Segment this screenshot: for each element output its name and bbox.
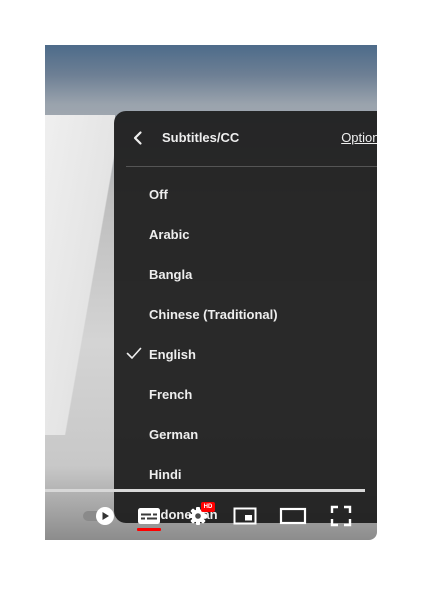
back-arrow-icon[interactable] bbox=[126, 126, 150, 150]
video-frame-content bbox=[45, 115, 115, 435]
subtitle-option-off[interactable]: Off bbox=[114, 175, 377, 215]
subtitle-option-chinese-traditional[interactable]: Chinese (Traditional) bbox=[114, 295, 377, 335]
subtitle-option-english[interactable]: English bbox=[114, 335, 377, 375]
subtitle-option-label: Off bbox=[149, 187, 168, 202]
subtitle-option-bangla[interactable]: Bangla bbox=[114, 255, 377, 295]
checkmark-icon bbox=[126, 345, 142, 361]
fullscreen-icon[interactable] bbox=[327, 502, 355, 530]
subtitle-option-french[interactable]: French bbox=[114, 375, 377, 415]
subtitle-option-german[interactable]: German bbox=[114, 415, 377, 455]
options-link[interactable]: Options bbox=[341, 130, 377, 145]
subtitles-active-indicator bbox=[137, 528, 161, 531]
theater-mode-icon[interactable] bbox=[278, 502, 308, 530]
subtitle-option-label: German bbox=[149, 427, 199, 442]
subtitles-settings-menu: Subtitles/CC Options Off Arabic Bangla C… bbox=[114, 111, 377, 523]
progress-bar[interactable] bbox=[45, 489, 365, 492]
subtitle-option-label: Chinese (Traditional) bbox=[149, 307, 278, 322]
hd-quality-badge: HD bbox=[201, 502, 215, 512]
subtitle-option-label: French bbox=[149, 387, 193, 402]
subtitles-icon[interactable] bbox=[135, 502, 163, 530]
menu-divider bbox=[126, 166, 377, 167]
subtitle-option-label: Arabic bbox=[149, 227, 190, 242]
subtitle-language-list: Off Arabic Bangla Chinese (Traditional) … bbox=[114, 175, 377, 523]
autoplay-toggle-icon[interactable] bbox=[81, 502, 117, 530]
subtitle-option-label: Hindi bbox=[149, 467, 182, 482]
miniplayer-icon[interactable] bbox=[231, 502, 259, 530]
subtitle-option-arabic[interactable]: Arabic bbox=[114, 215, 377, 255]
subtitle-option-label: English bbox=[149, 347, 196, 362]
menu-title: Subtitles/CC bbox=[162, 130, 240, 145]
video-player[interactable]: Subtitles/CC Options Off Arabic Bangla C… bbox=[45, 45, 377, 540]
subtitle-option-label: Bangla bbox=[149, 267, 193, 282]
menu-header: Subtitles/CC Options bbox=[114, 111, 377, 167]
player-controls-bar: HD bbox=[45, 495, 377, 540]
